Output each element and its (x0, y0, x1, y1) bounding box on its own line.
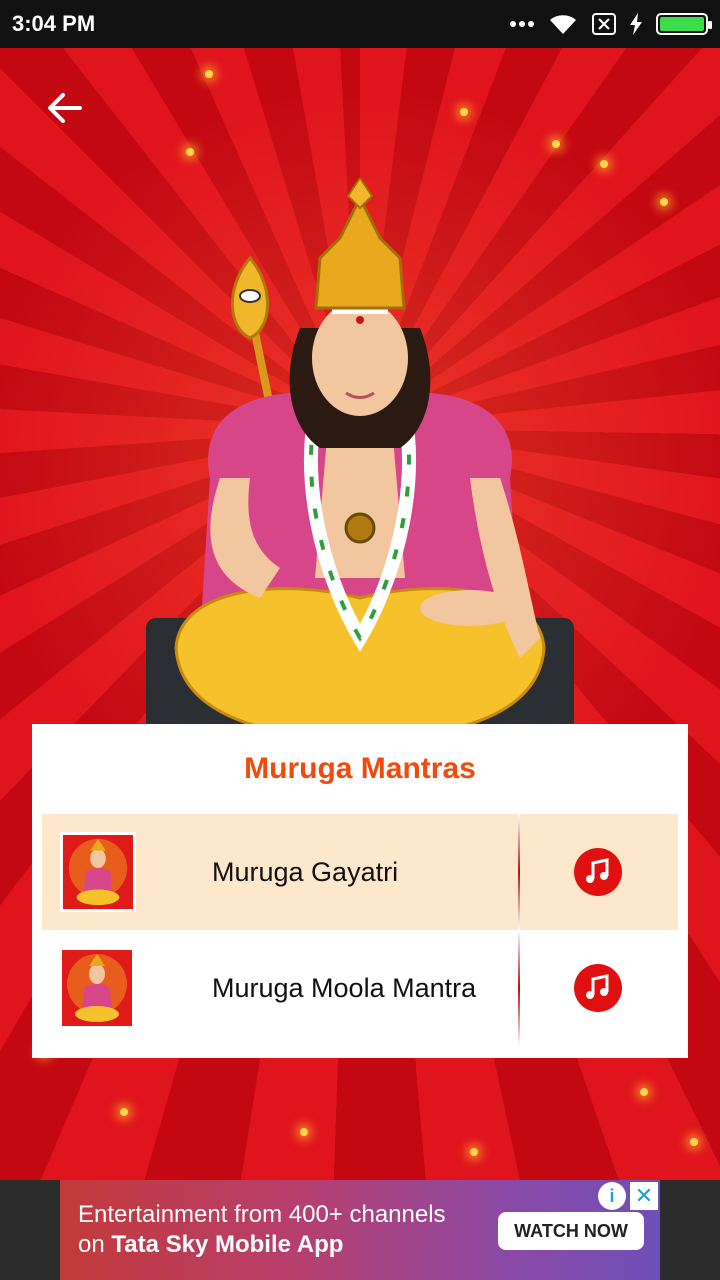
sparkle (470, 1148, 478, 1156)
ad-banner[interactable]: Entertainment from 400+ channels on Tata… (0, 1180, 720, 1280)
battery-icon (656, 13, 712, 35)
music-note-icon (586, 974, 609, 999)
mantra-label: Muruga Moola Mantra (212, 972, 477, 1003)
sparkle (460, 108, 468, 116)
sparkle (552, 140, 560, 148)
deity-thumbnail (60, 832, 136, 912)
sparkle (660, 198, 668, 206)
sparkle (690, 1138, 698, 1146)
ad-creative[interactable]: Entertainment from 400+ channels on Tata… (60, 1180, 660, 1280)
ad-text: Entertainment from 400+ channels on Tata… (78, 1200, 518, 1260)
mantra-card: Muruga Mantras Muruga Gayatri Muruga Moo… (32, 724, 688, 1058)
sparkle (600, 160, 608, 168)
mantra-row-muruga-gayatri[interactable]: Muruga Gayatri (42, 814, 678, 930)
ad-headline: Entertainment from 400+ channels (78, 1201, 446, 1228)
deity-illustration (146, 178, 574, 774)
deity-thumbnail (62, 950, 132, 1026)
ad-close-icon[interactable]: ✕ (630, 1182, 658, 1210)
row-divider (518, 814, 520, 930)
deity-thumbnail-image (63, 835, 133, 909)
watch-now-button[interactable]: WATCH NOW (498, 1212, 644, 1250)
ad-subline: on Tata Sky Mobile App (78, 1230, 518, 1260)
wifi-icon (550, 15, 576, 35)
sparkle (300, 1128, 308, 1136)
background-rays: Muruga Mantras Muruga Gayatri Muruga Moo… (0, 48, 720, 1180)
sparkle (205, 70, 213, 78)
no-sim-icon (592, 13, 616, 35)
ad-subline-prefix: on (78, 1231, 105, 1258)
signal-dots-icon (510, 21, 534, 27)
mantra-row-muruga-moola-mantra[interactable]: Muruga Moola Mantra (42, 930, 678, 1046)
card-title: Muruga Mantras (244, 752, 476, 785)
sparkle (186, 148, 194, 156)
mantra-label: Muruga Gayatri (212, 856, 399, 887)
back-button[interactable] (40, 84, 88, 132)
ad-info-icon[interactable]: i (598, 1182, 626, 1210)
sparkle (120, 1108, 128, 1116)
music-note-icon (586, 858, 609, 883)
deity-thumbnail-image (62, 950, 132, 1026)
status-time: 3:04 PM (12, 11, 96, 36)
status-icons (510, 12, 712, 36)
row-divider (518, 930, 520, 1046)
sparkle (640, 1088, 648, 1096)
charging-icon (630, 13, 642, 35)
play-music-button[interactable] (574, 848, 622, 896)
arrow-left-icon (48, 93, 82, 123)
status-bar: 3:04 PM (0, 0, 720, 48)
battery-level (660, 17, 704, 31)
ad-brand: Tata Sky Mobile App (111, 1231, 344, 1258)
play-music-button[interactable] (574, 964, 622, 1012)
